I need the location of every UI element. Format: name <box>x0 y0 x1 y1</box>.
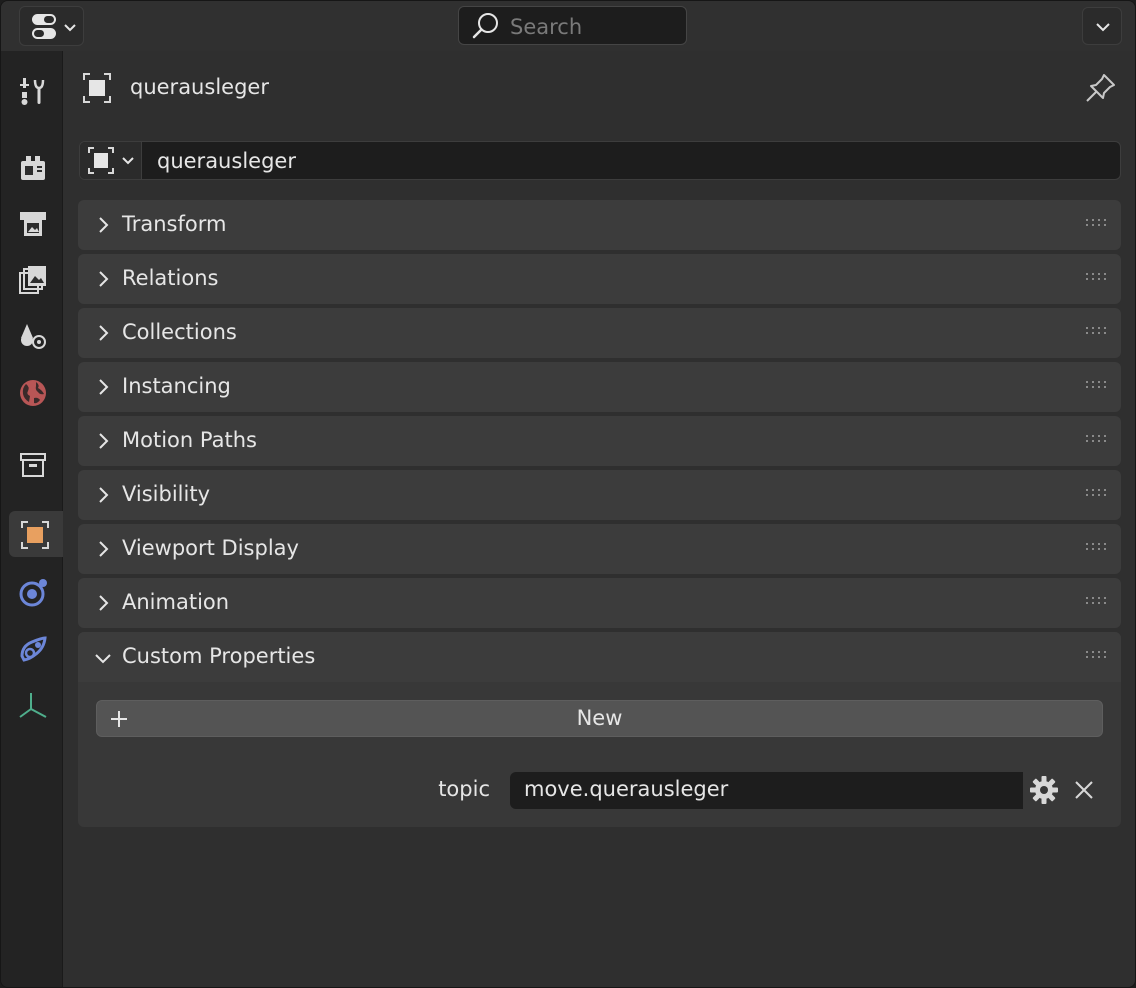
panel-transform[interactable]: Transform <box>78 200 1121 250</box>
editor-type-icon <box>32 14 76 39</box>
panel-instancing[interactable]: Instancing <box>78 362 1121 412</box>
render-icon <box>21 156 45 180</box>
chevron-down-icon <box>95 654 111 664</box>
constraints-icon <box>20 636 47 662</box>
drag-handle-icon[interactable] <box>1086 542 1108 552</box>
object-icon <box>88 147 134 174</box>
world-icon <box>20 380 46 406</box>
panel-label: Transform <box>122 212 227 236</box>
tab-data[interactable] <box>9 682 55 728</box>
panel-relations[interactable]: Relations <box>78 254 1121 304</box>
editor-header: Search <box>1 1 1135 51</box>
view-layer-icon <box>19 266 46 294</box>
tab-scene[interactable] <box>9 312 55 358</box>
chevron-right-icon <box>99 325 109 341</box>
physics-icon <box>19 579 47 607</box>
properties-editor: Search querausleger querausleger Transfo… <box>0 0 1136 988</box>
panel-label: Custom Properties <box>122 644 316 668</box>
panel-label: Relations <box>122 266 219 290</box>
panel-label: Collections <box>122 320 237 344</box>
panel-label: Viewport Display <box>122 536 299 560</box>
collection-icon <box>20 453 46 477</box>
drag-handle-icon[interactable] <box>1086 380 1108 390</box>
property-value-text: move.querausleger <box>524 777 729 801</box>
panel-label: Instancing <box>122 374 231 398</box>
chevron-right-icon <box>99 271 109 287</box>
output-icon <box>20 212 46 236</box>
tab-object[interactable] <box>9 511 63 557</box>
drag-handle-icon[interactable] <box>1086 650 1108 660</box>
tab-view-layer[interactable] <box>9 256 55 302</box>
editor-type-button[interactable] <box>19 6 84 46</box>
object-icon <box>83 73 111 103</box>
panel-visibility[interactable]: Visibility <box>78 470 1121 520</box>
search-field[interactable]: Search <box>458 6 687 45</box>
close-icon[interactable] <box>1073 779 1095 801</box>
chevron-down-icon <box>1096 23 1110 32</box>
tool-icon <box>20 78 45 105</box>
drag-handle-icon[interactable] <box>1086 326 1108 336</box>
chevron-right-icon <box>99 487 109 503</box>
tab-physics[interactable] <box>9 569 55 615</box>
tab-render[interactable] <box>9 144 55 190</box>
panel-label: Animation <box>122 590 230 614</box>
search-icon <box>472 13 498 39</box>
empty-axes-icon <box>19 693 47 718</box>
chevron-right-icon <box>99 433 109 449</box>
object-name-row: querausleger <box>79 141 1121 180</box>
tab-world[interactable] <box>9 369 55 415</box>
panel-header[interactable]: Custom Properties <box>78 632 1121 682</box>
property-key-label: topic <box>438 777 490 801</box>
chevron-right-icon <box>99 217 109 233</box>
pin-icon[interactable] <box>1084 71 1118 105</box>
panel-collections[interactable]: Collections <box>78 308 1121 358</box>
tab-constraints[interactable] <box>9 625 55 671</box>
panel-label: Visibility <box>122 482 211 506</box>
drag-handle-icon[interactable] <box>1086 272 1108 282</box>
new-property-button[interactable]: New <box>96 700 1103 737</box>
drag-handle-icon[interactable] <box>1086 218 1108 228</box>
options-dropdown-button[interactable] <box>1082 7 1122 45</box>
chevron-right-icon <box>99 541 109 557</box>
chevron-right-icon <box>99 379 109 395</box>
gear-icon[interactable] <box>1029 775 1059 805</box>
drag-handle-icon[interactable] <box>1086 596 1108 606</box>
new-button-label: New <box>576 706 623 730</box>
tab-tool[interactable] <box>9 67 55 113</box>
object-name-field[interactable]: querausleger <box>157 149 296 173</box>
tab-output[interactable] <box>9 200 55 246</box>
drag-handle-icon[interactable] <box>1086 488 1108 498</box>
panel-motion-paths[interactable]: Motion Paths <box>78 416 1121 466</box>
property-value-field[interactable]: move.querausleger <box>510 772 1023 809</box>
panel-viewport-display[interactable]: Viewport Display <box>78 524 1121 574</box>
context-object-name: querausleger <box>130 75 269 99</box>
chevron-right-icon <box>99 595 109 611</box>
object-type-button[interactable] <box>80 142 142 179</box>
tab-collection[interactable] <box>9 441 55 487</box>
drag-handle-icon[interactable] <box>1086 434 1108 444</box>
search-placeholder: Search <box>510 15 583 39</box>
object-icon <box>21 521 49 549</box>
properties-tab-bar <box>1 51 63 987</box>
panel-label: Motion Paths <box>122 428 257 452</box>
scene-icon <box>21 324 46 349</box>
panel-animation[interactable]: Animation <box>78 578 1121 628</box>
